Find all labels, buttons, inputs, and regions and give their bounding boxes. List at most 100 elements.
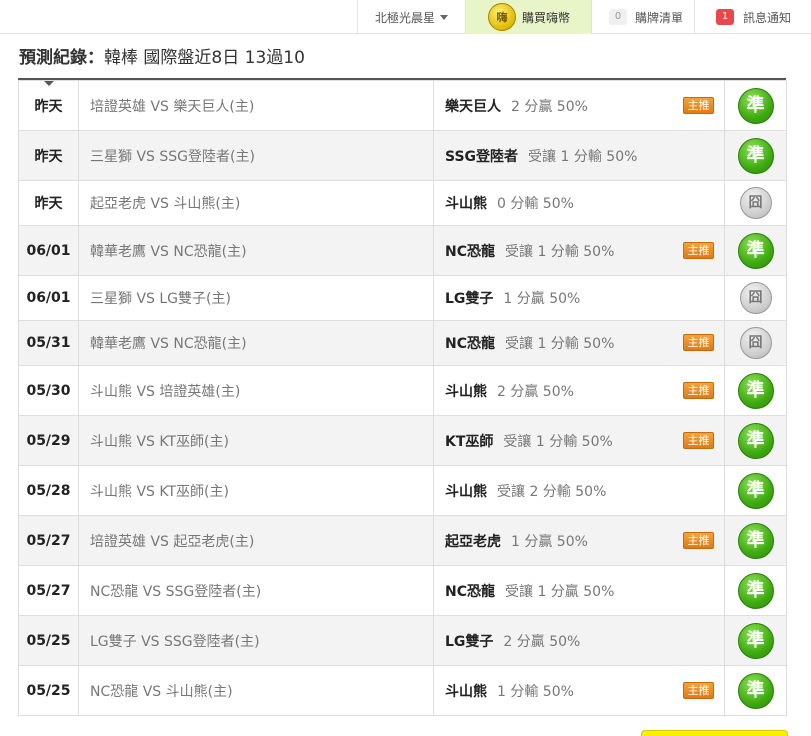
pick-line: 2 分贏 50% <box>511 98 588 115</box>
row-match: NC恐龍 VS 斗山熊(主) <box>78 665 434 716</box>
pick-team: 斗山熊 <box>445 196 487 212</box>
featured-badge: 主推 <box>683 381 714 399</box>
row-result: 準 <box>724 565 787 616</box>
row-date: 06/01 <box>18 225 79 276</box>
row-pick: LG雙子 1 分贏 50% <box>433 275 725 321</box>
yellow-action-button[interactable] <box>641 730 788 736</box>
result-win-icon: 準 <box>737 422 774 459</box>
result-win-icon: 準 <box>737 522 774 559</box>
table-row: 05/28 斗山熊 VS KT巫師(主) 斗山熊 受讓 2 分輸 50% 準 <box>18 465 787 516</box>
row-date: 05/25 <box>18 665 79 716</box>
row-result: 準 <box>724 365 787 416</box>
row-date: 05/28 <box>18 465 79 516</box>
featured-badge: 主推 <box>683 96 714 114</box>
pick-line: 1 分贏 50% <box>503 291 581 307</box>
pick-team: 斗山熊 <box>445 683 487 700</box>
result-win-icon: 準 <box>737 572 774 609</box>
row-result: 準 <box>724 665 787 716</box>
result-win-icon: 準 <box>737 672 774 709</box>
pick-line: 受讓 1 分贏 50% <box>505 583 615 600</box>
row-match: 斗山熊 VS KT巫師(主) <box>78 415 434 466</box>
table-row: 05/29 斗山熊 VS KT巫師(主) KT巫師 受讓 1 分輸 50% 主推 準 <box>18 415 787 466</box>
featured-badge: 主推 <box>683 531 714 549</box>
pick-team: KT巫師 <box>445 433 494 450</box>
row-match: 培證英雄 VS 樂天巨人(主) <box>78 80 434 131</box>
table-row: 05/31 韓華老鷹 VS NC恐龍(主) NC恐龍 受讓 1 分輸 50% 主推 囧 <box>18 320 787 366</box>
pick-line: 受讓 1 分輸 50% <box>505 243 615 260</box>
pick-team: SSG登陸者 <box>445 148 519 165</box>
row-pick: NC恐龍 受讓 1 分贏 50% <box>433 565 725 616</box>
row-pick: NC恐龍 受讓 1 分輸 50% 主推 <box>433 225 725 276</box>
pick-line: 2 分贏 50% <box>497 383 574 400</box>
prediction-records-table: 昨天 培證英雄 VS 樂天巨人(主) 樂天巨人 2 分贏 50% 主推準昨天 三星獅 VS… <box>18 80 787 716</box>
row-pick: 斗山熊 受讓 2 分輸 50% <box>433 465 725 516</box>
row-match: 韓華老鷹 VS NC恐龍(主) <box>78 320 434 366</box>
pick-line: 受讓 1 分輸 50% <box>505 336 615 352</box>
pick-line: 1 分輸 50% <box>497 683 574 700</box>
pick-team: 起亞老虎 <box>445 533 501 550</box>
row-result: 準 <box>724 515 787 566</box>
row-date: 05/25 <box>18 615 79 666</box>
notifications-button[interactable]: 1 訊息通知 <box>694 0 811 34</box>
result-win-icon: 準 <box>737 232 774 269</box>
row-result: 囧 <box>724 275 787 321</box>
table-row: 昨天 培證英雄 VS 樂天巨人(主) 樂天巨人 2 分贏 50% 主推 準 <box>18 80 787 131</box>
row-match: 斗山熊 VS KT巫師(主) <box>78 465 434 516</box>
result-win-icon: 準 <box>737 472 774 509</box>
row-result: 準 <box>724 225 787 276</box>
page-title-summary: 韓棒 國際盤近8日 13過10 <box>104 48 305 68</box>
notifications-count: 1 <box>716 9 734 25</box>
row-pick: 斗山熊 2 分贏 50% 主推 <box>433 365 725 416</box>
pick-team: NC恐龍 <box>445 336 495 352</box>
row-date: 05/27 <box>18 565 79 616</box>
row-pick: 樂天巨人 2 分贏 50% 主推 <box>433 80 725 131</box>
featured-badge: 主推 <box>683 241 714 259</box>
table-row: 06/01 三星獅 VS LG雙子(主) LG雙子 1 分贏 50% 囧 <box>18 275 787 321</box>
row-result: 準 <box>724 415 787 466</box>
buy-coins-label: 購買嗨幣 <box>522 10 571 25</box>
pick-team: 斗山熊 <box>445 383 487 400</box>
row-result: 準 <box>724 130 787 181</box>
row-date: 05/31 <box>18 320 79 366</box>
pick-team: 樂天巨人 <box>445 98 501 115</box>
row-result: 準 <box>724 80 787 131</box>
row-result: 準 <box>724 465 787 516</box>
row-date: 05/30 <box>18 365 79 416</box>
row-date: 05/27 <box>18 515 79 566</box>
row-pick: 斗山熊 0 分輸 50% <box>433 180 725 226</box>
table-row: 昨天 三星獅 VS SSG登陸者(主) SSG登陸者 受讓 1 分輸 50% 準 <box>18 130 787 181</box>
table-row: 06/01 韓華老鷹 VS NC恐龍(主) NC恐龍 受讓 1 分輸 50% 主推 準 <box>18 225 787 276</box>
pick-line: 受讓 2 分輸 50% <box>497 483 607 500</box>
user-menu[interactable]: 北極光晨星 <box>357 0 465 34</box>
row-date: 昨天 <box>18 180 79 226</box>
table-row: 05/27 NC恐龍 VS SSG登陸者(主) NC恐龍 受讓 1 分贏 50% 準 <box>18 565 787 616</box>
purchase-list-button[interactable]: 0 購牌清單 <box>591 0 694 34</box>
featured-badge: 主推 <box>683 681 714 699</box>
result-lose-icon: 囧 <box>739 282 772 314</box>
pick-team: 斗山熊 <box>445 483 487 500</box>
row-match: 培證英雄 VS 起亞老虎(主) <box>78 515 434 566</box>
result-win-icon: 準 <box>737 622 774 659</box>
pick-line: 0 分輸 50% <box>497 196 574 212</box>
row-pick: LG雙子 2 分贏 50% <box>433 615 725 666</box>
result-lose-icon: 囧 <box>739 187 772 219</box>
pick-team: LG雙子 <box>445 633 494 650</box>
buy-coins-button[interactable]: 嗨 購買嗨幣 <box>465 0 591 34</box>
row-pick: KT巫師 受讓 1 分輸 50% 主推 <box>433 415 725 466</box>
user-name: 北極光晨星 <box>374 10 435 25</box>
purchase-list-label: 購牌清單 <box>635 10 684 25</box>
top-bar: 北極光晨星 嗨 購買嗨幣 0 購牌清單 1 訊息通知 <box>0 0 811 34</box>
result-win-icon: 準 <box>737 372 774 409</box>
page-title-label: 預測紀錄： <box>19 48 104 68</box>
notifications-label: 訊息通知 <box>743 10 792 25</box>
pick-line: 受讓 1 分輸 50% <box>503 433 613 450</box>
row-match: 三星獅 VS LG雙子(主) <box>78 275 434 321</box>
row-date: 昨天 <box>18 80 79 131</box>
featured-badge: 主推 <box>683 334 714 351</box>
row-match: 起亞老虎 VS 斗山熊(主) <box>78 180 434 226</box>
purchase-list-count: 0 <box>609 9 627 25</box>
row-match: 韓華老鷹 VS NC恐龍(主) <box>78 225 434 276</box>
row-match: LG雙子 VS SSG登陸者(主) <box>78 615 434 666</box>
row-result: 囧 <box>724 320 787 366</box>
pick-team: LG雙子 <box>445 291 494 307</box>
